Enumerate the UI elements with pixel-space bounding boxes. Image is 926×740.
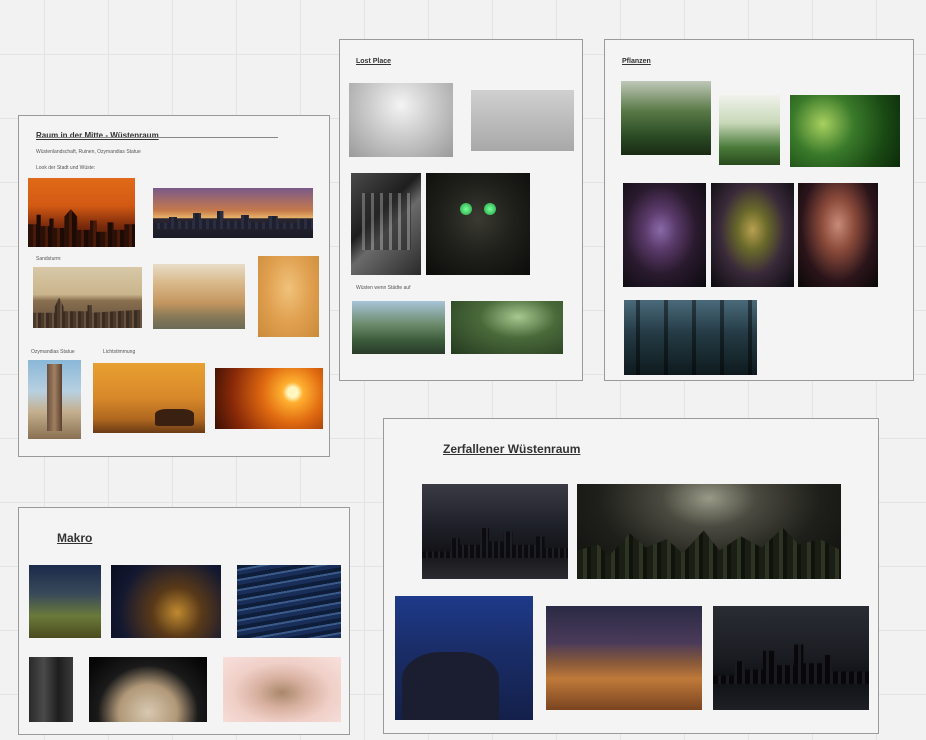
image-dark-bark[interactable] [29,657,73,722]
image-dark-leaf-red[interactable] [798,183,878,287]
frame-title: Lost Place [356,58,392,65]
image-light-field[interactable] [29,565,101,638]
frame-zerfallener-wuestenraum[interactable]: Zerfallener Wüstenraum [383,418,879,734]
image-fog-grey[interactable] [471,90,574,151]
note-sandsturm: Sandsturm: [36,256,62,262]
image-dark-leaf-yellow[interactable] [711,183,794,287]
note-ozymandias: Ozymandias Statue [31,349,75,355]
image-dark-leaf-purple[interactable] [623,183,706,287]
image-sandstorm-dune[interactable] [153,264,245,329]
gasmask-eye-left [460,203,472,215]
image-overgrown-city[interactable] [352,301,445,354]
frame-pflanzen[interactable]: Pflanzen [604,39,914,381]
title-underline [36,137,278,138]
image-jungle-fog[interactable] [621,81,711,155]
note-lichtstimmung: Lichtstimmung [103,349,136,355]
frame-title: Pflanzen [622,58,651,65]
image-droplets[interactable] [89,657,207,722]
frame-title: Makro [57,531,93,545]
frame-makro[interactable]: Makro [18,507,350,735]
image-blue-water[interactable] [237,565,341,638]
image-lush-plants[interactable] [790,95,900,167]
image-sandstorm-city[interactable] [33,267,142,328]
image-gasmask[interactable] [426,173,530,275]
image-night-lights[interactable] [111,565,221,638]
note-look: Look der Stadt und Wüste: [36,165,96,171]
image-desert-sunset[interactable] [215,368,323,429]
image-blue-statue-ruin[interactable] [395,596,533,720]
frame-title: Zerfallener Wüstenraum [443,442,581,456]
image-greenhouse[interactable] [719,95,780,165]
frame-title: Raum in der Mitte - Wüstenraum [36,131,159,140]
image-city-sunset[interactable] [28,178,135,247]
image-milky-way-dunes[interactable] [546,606,702,710]
note-wuesten: Wüsten wenn Städte auf [356,285,411,291]
frame-raum-in-der-mitte[interactable]: Raum in der Mitte - Wüstenraum Wüstenlan… [18,115,330,457]
image-dark-forest[interactable] [624,300,757,375]
image-sand-haze[interactable] [258,256,319,337]
frame-subtitle: Wüstenlandschaft, Ruinen, Ozymandias Sta… [36,149,141,155]
image-ozymandias-statue[interactable] [28,360,81,439]
frame-lost-place[interactable]: Lost Place Wüsten wenn Städte auf [339,39,583,381]
image-night-city-reflection[interactable] [713,606,869,710]
image-orange-haze-scene[interactable] [93,363,205,433]
gasmask-eye-right [484,203,496,215]
image-pink-macro[interactable] [223,657,341,722]
image-fog-room[interactable] [349,83,453,157]
image-forest-ruin[interactable] [451,301,563,354]
image-night-city-skyline[interactable] [422,484,568,579]
image-city-panorama[interactable] [153,188,313,238]
image-ruin-interior[interactable] [351,173,421,275]
image-ruined-city-wide[interactable] [577,484,841,579]
